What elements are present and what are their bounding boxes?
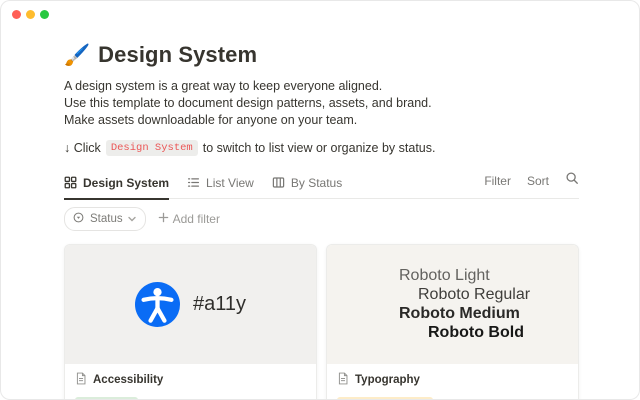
badge-row: Needs Update ⚠️ xyxy=(337,395,568,400)
page-title: Design System xyxy=(98,42,257,68)
card-title-row: Typography xyxy=(337,372,568,388)
list-icon xyxy=(187,176,200,189)
card-body: Accessibility Current 👍 xyxy=(65,364,316,400)
tab-list-view[interactable]: List View xyxy=(187,176,254,199)
view-tab-bar: Design System List View xyxy=(64,171,579,199)
board-icon xyxy=(272,176,285,189)
card-title: Accessibility xyxy=(93,374,163,386)
font-sample-line: Roboto Bold xyxy=(428,323,578,342)
app-window: 🖌️ Design System A design system is a gr… xyxy=(0,0,640,400)
chevron-down-icon xyxy=(128,213,136,225)
inline-code-chip: Design System xyxy=(106,140,198,156)
card-title-row: Accessibility xyxy=(75,372,306,388)
page-content: 🖌️ Design System A design system is a gr… xyxy=(64,1,579,400)
page-description: A design system is a great way to keep e… xyxy=(64,78,579,129)
tab-design-system[interactable]: Design System xyxy=(64,176,169,200)
status-filter-label: Status xyxy=(90,213,123,225)
close-button[interactable] xyxy=(12,10,21,19)
gallery-cards: #a11y Accessibility xyxy=(64,244,579,400)
page-icon xyxy=(75,372,87,388)
status-filter-pill[interactable]: Status xyxy=(64,207,146,231)
hint-suffix: to switch to list view or organize by st… xyxy=(203,141,436,155)
badge-row: Current 👍 xyxy=(75,395,306,400)
page-header: 🖌️ Design System xyxy=(64,42,579,68)
tab-label: Design System xyxy=(83,176,169,190)
paintbrush-emoji-icon: 🖌️ xyxy=(64,45,90,66)
description-line: Make assets downloadable for anyone on y… xyxy=(64,112,579,129)
search-icon[interactable] xyxy=(565,171,579,190)
card-cover: Roboto Light Roboto Regular Roboto Mediu… xyxy=(327,245,578,364)
view-tabs: Design System List View xyxy=(64,176,342,199)
view-controls: Filter Sort xyxy=(484,171,579,198)
hint-line: ↓ Click Design System to switch to list … xyxy=(64,140,579,156)
status-property-icon xyxy=(72,211,85,227)
accessibility-icon xyxy=(135,282,180,327)
description-line: Use this template to document design pat… xyxy=(64,95,579,112)
plus-icon xyxy=(158,212,169,226)
window-controls xyxy=(12,10,49,19)
gallery-icon xyxy=(64,176,77,189)
card-body: Typography Needs Update ⚠️ xyxy=(327,364,578,400)
filter-button[interactable]: Filter xyxy=(484,174,511,188)
font-sample-line: Roboto Medium xyxy=(399,304,578,323)
add-filter-label: Add filter xyxy=(173,212,220,226)
font-sample-line: Roboto Regular xyxy=(418,285,578,304)
font-sample-line: Roboto Light xyxy=(399,266,578,285)
tab-label: List View xyxy=(206,176,254,190)
card-cover: #a11y xyxy=(65,245,316,364)
page-icon xyxy=(337,372,349,388)
filter-bar: Status Add filter xyxy=(64,207,579,231)
card-accessibility[interactable]: #a11y Accessibility xyxy=(64,244,317,400)
add-filter-button[interactable]: Add filter xyxy=(158,212,220,226)
zoom-button[interactable] xyxy=(40,10,49,19)
description-line: A design system is a great way to keep e… xyxy=(64,78,579,95)
card-title: Typography xyxy=(355,374,420,386)
minimize-button[interactable] xyxy=(26,10,35,19)
tab-by-status[interactable]: By Status xyxy=(272,176,342,199)
sort-button[interactable]: Sort xyxy=(527,174,549,188)
hint-prefix: ↓ Click xyxy=(64,141,101,155)
card-typography[interactable]: Roboto Light Roboto Regular Roboto Mediu… xyxy=(326,244,579,400)
tab-label: By Status xyxy=(291,176,342,190)
cover-text: #a11y xyxy=(193,293,246,316)
